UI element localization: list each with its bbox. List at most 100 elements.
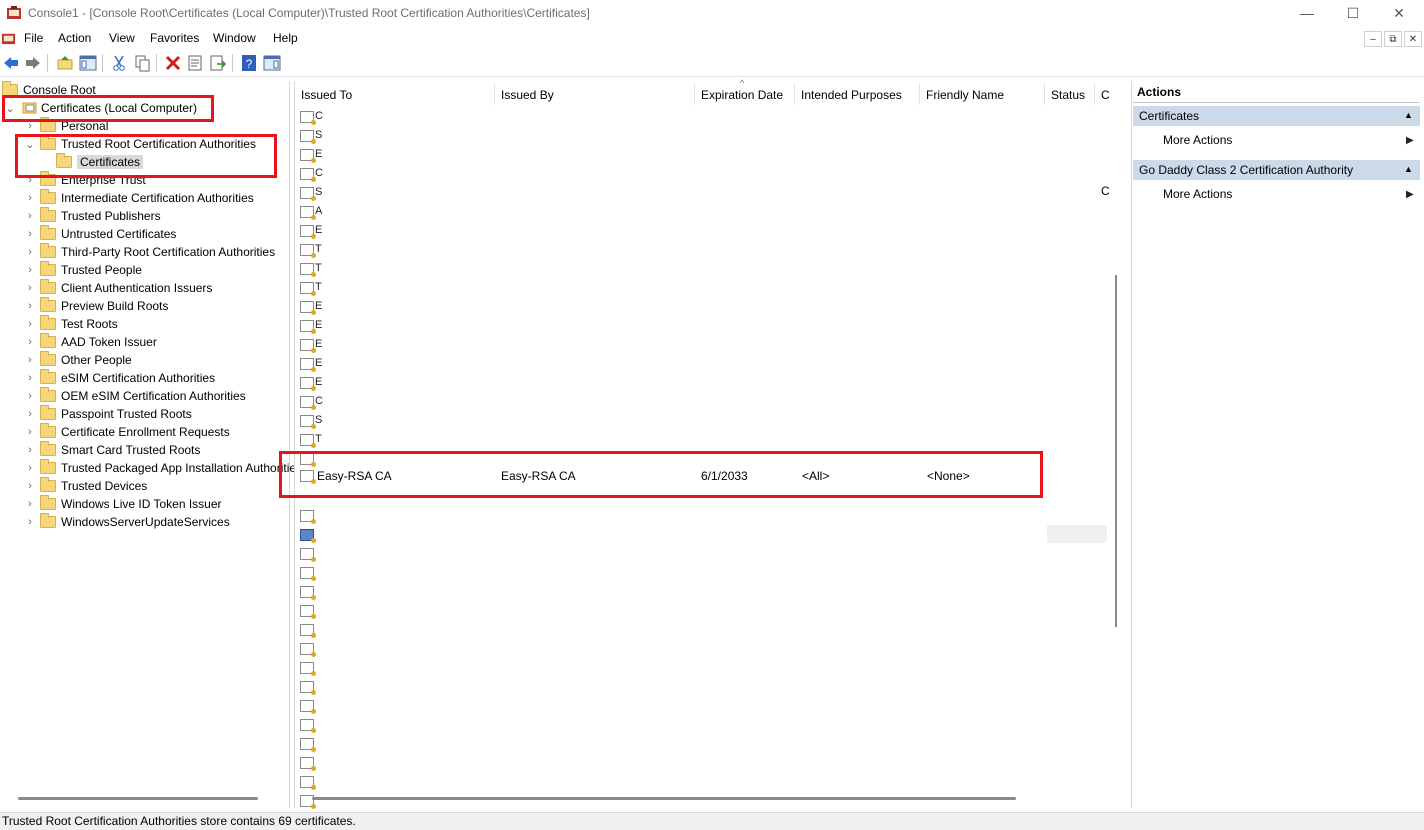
column-divider[interactable] xyxy=(919,83,920,105)
collapse-up-icon[interactable]: ▲ xyxy=(1404,110,1413,120)
certificate-icon[interactable] xyxy=(300,206,316,220)
tree-item[interactable]: › OEM eSIM Certification Authorities xyxy=(24,387,246,405)
certificate-icon[interactable] xyxy=(300,567,316,581)
tree-item-certificates-local-computer[interactable]: ⌄ Certificates (Local Computer) xyxy=(4,99,197,117)
tree-item[interactable]: › Personal xyxy=(24,117,108,135)
tree-item[interactable]: › Trusted Publishers xyxy=(24,207,161,225)
cell-issued-to[interactable]: E xyxy=(315,376,322,388)
cell-issued-to[interactable]: E xyxy=(315,300,322,312)
chevron-right-icon[interactable]: › xyxy=(24,408,36,420)
chevron-right-icon[interactable]: › xyxy=(24,228,36,240)
certificate-icon[interactable] xyxy=(300,320,316,334)
column-issued-by[interactable]: Issued By xyxy=(501,88,554,106)
cell-issued-to[interactable]: E xyxy=(315,148,322,160)
delete-icon[interactable] xyxy=(164,54,182,72)
forward-icon[interactable] xyxy=(24,54,42,72)
certificate-icon[interactable] xyxy=(300,225,316,239)
certificate-icon[interactable] xyxy=(300,282,316,296)
tree-item[interactable]: › Trusted Packaged App Installation Autho… xyxy=(24,459,302,477)
menu-view[interactable]: View xyxy=(109,31,135,45)
cell-issued-to[interactable]: T xyxy=(315,281,322,293)
back-icon[interactable] xyxy=(2,54,20,72)
certificate-icon[interactable] xyxy=(300,396,316,410)
menu-favorites[interactable]: Favorites xyxy=(150,31,199,45)
chevron-right-icon[interactable]: › xyxy=(24,354,36,366)
certificate-icon[interactable] xyxy=(300,111,316,125)
chevron-right-icon[interactable]: › xyxy=(24,516,36,528)
column-status[interactable]: Status xyxy=(1051,88,1085,106)
menu-window[interactable]: Window xyxy=(213,31,256,45)
menu-file[interactable]: File xyxy=(24,31,43,45)
help-icon[interactable]: ? xyxy=(240,54,258,72)
certificate-icon[interactable] xyxy=(300,168,316,182)
column-divider[interactable] xyxy=(1044,83,1045,105)
certificate-icon[interactable] xyxy=(300,130,316,144)
chevron-right-icon[interactable]: › xyxy=(24,390,36,402)
chevron-right-icon[interactable]: › xyxy=(24,246,36,258)
chevron-right-icon[interactable]: › xyxy=(24,426,36,438)
certificate-icon[interactable] xyxy=(300,776,316,790)
cell-issued-to[interactable]: E xyxy=(315,338,322,350)
certificate-icon[interactable] xyxy=(300,358,316,372)
chevron-right-icon[interactable]: › xyxy=(24,318,36,330)
certificate-icon[interactable] xyxy=(300,301,316,315)
tree-item[interactable]: › Trusted People xyxy=(24,261,142,279)
column-c[interactable]: C xyxy=(1101,88,1110,106)
certificate-icon[interactable] xyxy=(300,586,316,600)
chevron-right-icon[interactable]: › xyxy=(24,264,36,276)
menu-action[interactable]: Action xyxy=(58,31,91,45)
show-hide-action-icon[interactable] xyxy=(263,54,281,72)
column-expiration-date[interactable]: Expiration Date xyxy=(701,88,783,106)
chevron-right-icon[interactable]: › xyxy=(24,174,36,186)
actions-section-go-daddy[interactable]: Go Daddy Class 2 Certification Authority xyxy=(1133,160,1420,180)
certificate-request-icon[interactable] xyxy=(300,529,316,543)
certificate-icon[interactable] xyxy=(300,187,316,201)
certificate-icon[interactable] xyxy=(300,149,316,163)
certificate-icon[interactable] xyxy=(300,719,316,733)
chevron-right-icon[interactable]: › xyxy=(24,300,36,312)
actions-section-certificates[interactable]: Certificates xyxy=(1133,106,1420,126)
cell-issued-to[interactable]: T xyxy=(315,262,322,274)
certificate-icon[interactable] xyxy=(300,738,316,752)
cell-issued-to[interactable]: S xyxy=(315,414,322,426)
list-horizontal-scrollbar[interactable] xyxy=(312,797,1016,800)
certificate-icon[interactable] xyxy=(300,339,316,353)
certificate-icon[interactable] xyxy=(300,415,316,429)
chevron-right-icon[interactable]: › xyxy=(24,120,36,132)
tree-item[interactable]: › Certificate Enrollment Requests xyxy=(24,423,230,441)
certificate-icon[interactable] xyxy=(300,643,316,657)
column-divider[interactable] xyxy=(694,83,695,105)
tree-item[interactable]: › Client Authentication Issuers xyxy=(24,279,212,297)
cell-issued-to[interactable]: A xyxy=(315,205,322,217)
certificate-icon[interactable] xyxy=(300,757,316,771)
child-minimize-button[interactable]: ‒ xyxy=(1364,31,1382,47)
show-hide-tree-icon[interactable] xyxy=(79,54,97,72)
column-divider[interactable] xyxy=(1094,83,1095,105)
collapse-up-icon[interactable]: ▲ xyxy=(1404,164,1413,174)
cell-issued-to[interactable]: S xyxy=(315,129,322,141)
tree-item[interactable]: › Enterprise Trust xyxy=(24,171,146,189)
column-friendly-name[interactable]: Friendly Name xyxy=(926,88,1004,106)
copy-icon[interactable] xyxy=(133,54,151,72)
maximize-button[interactable]: ☐ xyxy=(1330,0,1376,26)
tree-item[interactable]: ⌄ Trusted Root Certification Authorities xyxy=(24,135,256,153)
cell-issued-to[interactable]: E xyxy=(315,357,322,369)
certificate-icon[interactable] xyxy=(300,681,316,695)
tree-item[interactable]: › AAD Token Issuer xyxy=(24,333,157,351)
tree-item[interactable]: Certificates xyxy=(40,153,144,171)
cell-issued-to[interactable]: T xyxy=(315,243,322,255)
export-icon[interactable] xyxy=(209,54,227,72)
chevron-right-icon[interactable]: › xyxy=(24,444,36,456)
chevron-right-icon[interactable]: › xyxy=(24,498,36,510)
chevron-right-icon[interactable]: › xyxy=(24,462,36,474)
chevron-right-icon[interactable]: › xyxy=(24,192,36,204)
chevron-right-icon[interactable]: › xyxy=(24,282,36,294)
tree-item[interactable]: › Other People xyxy=(24,351,132,369)
column-divider[interactable] xyxy=(794,83,795,105)
cell-issued-to[interactable]: Easy-RSA CA xyxy=(317,469,392,483)
tree-item[interactable]: › eSIM Certification Authorities xyxy=(24,369,215,387)
action-more-actions[interactable]: More Actions xyxy=(1163,133,1232,147)
chevron-right-icon[interactable]: › xyxy=(24,480,36,492)
cell-issued-to[interactable]: C xyxy=(315,110,323,122)
menu-help[interactable]: Help xyxy=(273,31,298,45)
